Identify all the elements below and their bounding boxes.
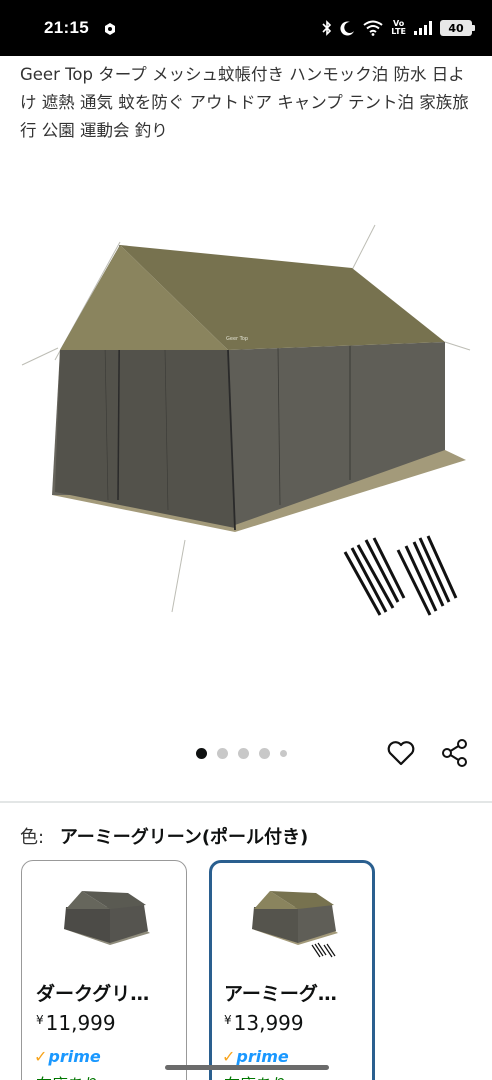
carousel-dot[interactable]: [280, 750, 287, 757]
currency-symbol: ¥: [224, 1013, 232, 1027]
heart-icon: [387, 741, 415, 766]
wishlist-button[interactable]: [386, 738, 416, 768]
variant-name: ダークグリ…: [36, 983, 150, 1005]
product-title: Geer Top タープ メッシュ蚊帳付き ハンモック泊 防水 日よけ 遮熱 通…: [20, 65, 469, 140]
stock-status: 在庫あり: [224, 1071, 288, 1080]
wifi-icon: [363, 20, 383, 36]
volte-bottom-label: LTE: [391, 27, 406, 36]
status-bar: 21:15 Vo LTE 40: [0, 0, 492, 56]
notification-icon: [103, 21, 117, 35]
price-value: 11,999: [45, 1011, 116, 1035]
image-carousel-dots[interactable]: [196, 748, 287, 759]
variant-price: ¥11,999: [36, 1011, 116, 1035]
carousel-dot[interactable]: [238, 748, 249, 759]
prime-badge: ✓prime: [222, 1047, 289, 1066]
volte-icon: Vo LTE: [391, 20, 406, 36]
product-image[interactable]: Geer Top: [0, 150, 492, 750]
svg-text:Geer Top: Geer Top: [226, 336, 248, 342]
bluetooth-icon: [322, 20, 332, 36]
status-icons: Vo LTE 40: [322, 20, 475, 36]
carousel-dot[interactable]: [259, 748, 270, 759]
color-label: 色:: [20, 827, 45, 848]
prime-badge: ✓prime: [34, 1047, 101, 1066]
prime-label: prime: [48, 1047, 101, 1066]
price-value: 13,999: [233, 1011, 304, 1035]
selected-color: アーミーグリーン(ポール付き): [59, 827, 309, 848]
carousel-dot[interactable]: [196, 748, 207, 759]
share-icon: [442, 739, 467, 767]
moon-icon: [340, 21, 355, 36]
home-indicator[interactable]: [165, 1065, 329, 1070]
tent-photo-icon: Geer Top: [21, 224, 471, 616]
prime-check-icon: ✓: [34, 1047, 48, 1066]
variant-card-dark-green[interactable]: ダークグリ… ¥11,999 ✓prime 在庫あり: [21, 860, 187, 1080]
variant-name: アーミーグ…: [224, 983, 337, 1005]
tent-thumbnail-icon: [252, 891, 338, 958]
currency-symbol: ¥: [36, 1013, 44, 1027]
stock-status: 在庫あり: [36, 1071, 100, 1080]
prime-check-icon: ✓: [222, 1047, 236, 1066]
prime-label: prime: [236, 1047, 289, 1066]
share-button[interactable]: [440, 738, 470, 768]
variant-price: ¥13,999: [224, 1011, 304, 1035]
variant-card-army-green[interactable]: アーミーグ… ¥13,999 ✓prime 在庫あり: [209, 860, 375, 1080]
section-divider: [0, 801, 492, 803]
carousel-dot[interactable]: [217, 748, 228, 759]
color-selector-row: 色: アーミーグリーン(ポール付き): [20, 823, 308, 849]
battery-level: 40: [448, 21, 464, 35]
tent-thumbnail-icon: [64, 891, 150, 945]
battery-icon: 40: [440, 20, 475, 36]
status-time: 21:15: [44, 18, 89, 37]
signal-icon: [414, 21, 432, 35]
